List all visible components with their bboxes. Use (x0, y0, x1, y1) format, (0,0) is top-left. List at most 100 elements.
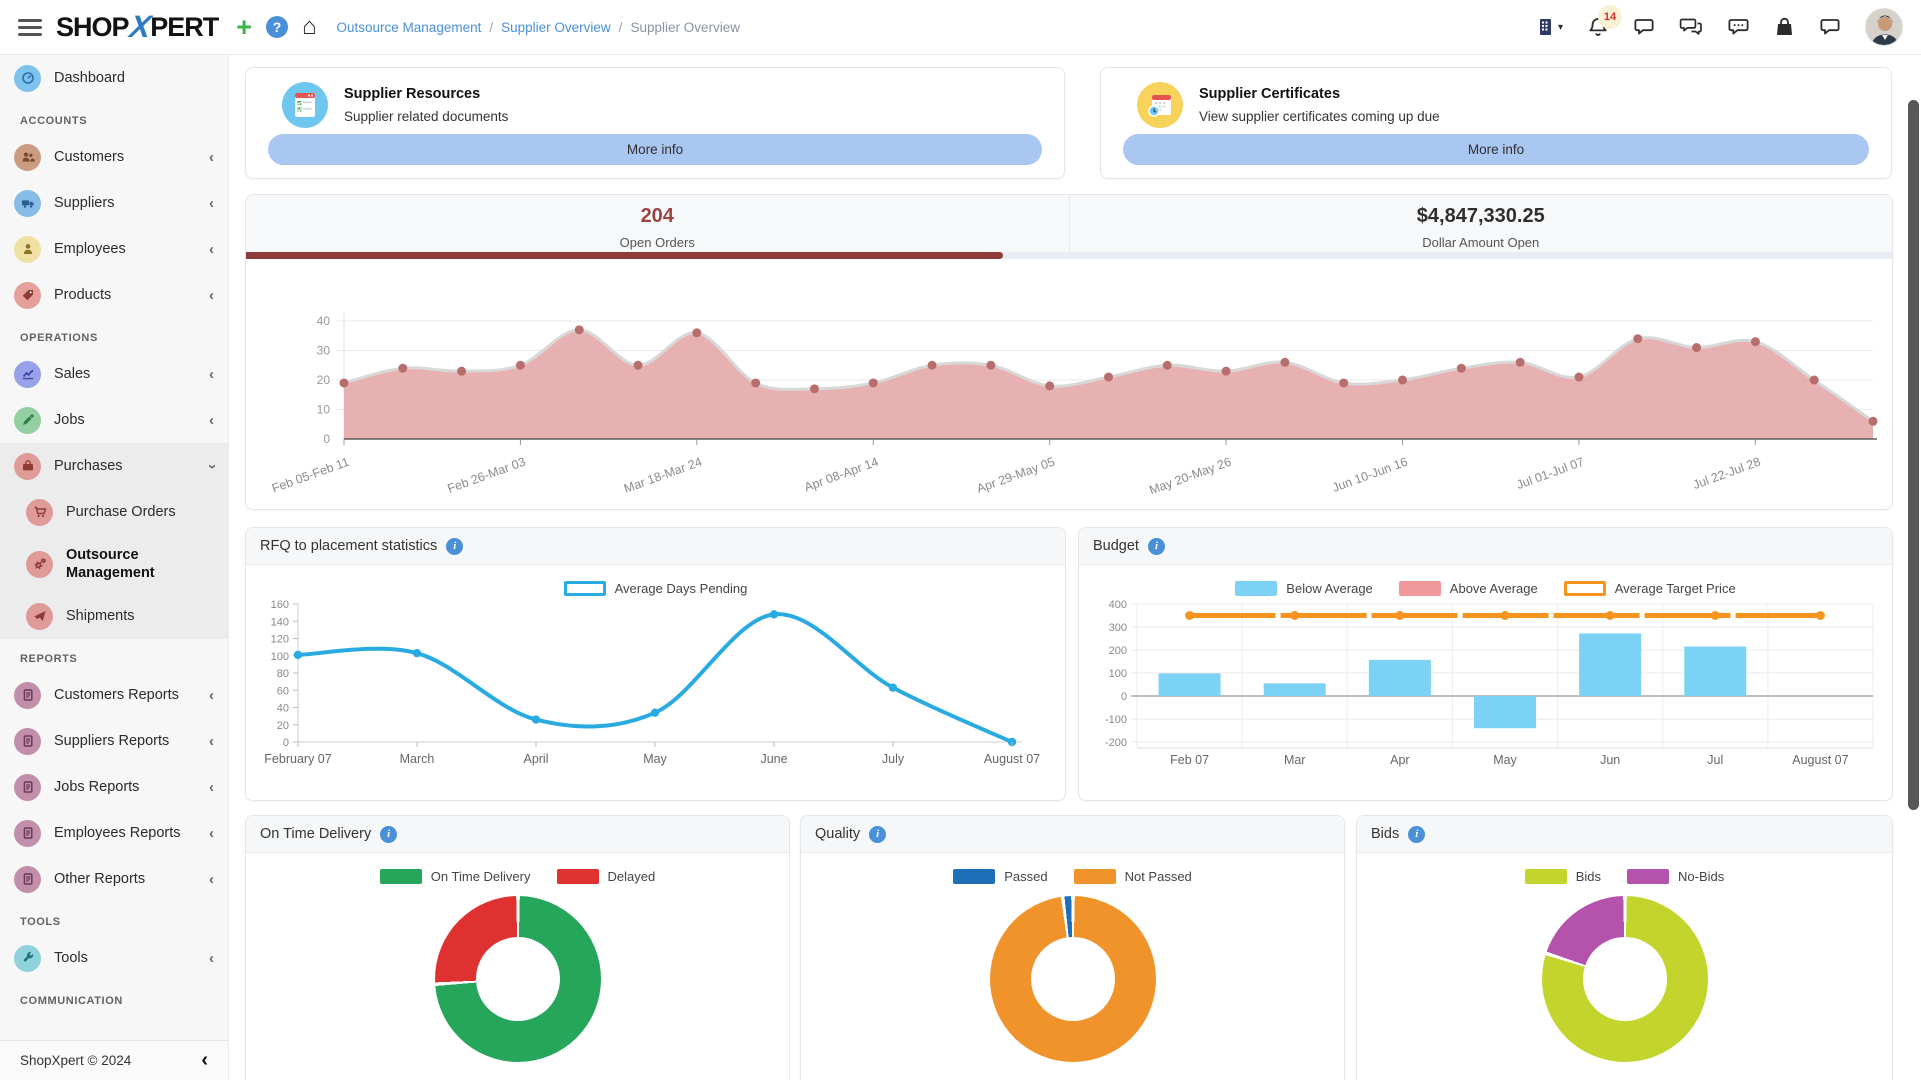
legend-item-bids[interactable]: Bids (1525, 869, 1601, 884)
legend-item-passed[interactable]: Passed (953, 869, 1047, 884)
legend-label: Not Passed (1125, 869, 1192, 884)
sidebar-item-outsource-management[interactable]: Outsource Management (0, 535, 228, 593)
sidebar-item-shipments[interactable]: Shipments (0, 593, 228, 639)
building-icon[interactable]: ▾ (1536, 17, 1563, 37)
on-time-delivery-title: On Time Delivery (260, 826, 371, 842)
svg-text:August 07: August 07 (984, 752, 1040, 766)
app-root: SHOPXPERT + ? ⌂ Outsource Management / S… (0, 0, 1921, 1080)
svg-text:60: 60 (277, 685, 289, 697)
home-icon[interactable]: ⌂ (302, 15, 317, 39)
more-info-button[interactable]: More info (268, 134, 1042, 165)
dollar-open-stat: $4,847,330.25 Dollar Amount Open (1069, 195, 1893, 252)
vertical-scrollbar[interactable] (1908, 100, 1919, 810)
more-info-button[interactable]: More info (1123, 134, 1869, 165)
info-icon[interactable]: i (446, 538, 463, 555)
svg-text:Jun: Jun (1600, 753, 1620, 767)
sidebar-item-purchases[interactable]: Purchases‹ (0, 443, 228, 489)
chevron-left-icon: ‹ (209, 287, 214, 304)
chat-bubble-icon[interactable] (1819, 16, 1841, 38)
sidebar-items: DashboardACCOUNTSCustomers‹Suppliers‹Emp… (0, 55, 228, 1014)
customers-reports-icon (14, 682, 41, 709)
legend-swatch (1399, 581, 1441, 596)
jobs-icon (14, 407, 41, 434)
help-icon[interactable]: ? (266, 16, 288, 38)
svg-text:Mar: Mar (1284, 753, 1306, 767)
svg-text:May 20-May 26: May 20-May 26 (1147, 455, 1233, 498)
sidebar-item-tools[interactable]: Tools‹ (0, 935, 228, 981)
legend-item-average-days-pending[interactable]: Average Days Pending (564, 581, 748, 596)
svg-text:-100: -100 (1105, 714, 1127, 726)
sidebar-item-other-reports[interactable]: Other Reports‹ (0, 856, 228, 902)
legend-item-above-average[interactable]: Above Average (1399, 581, 1538, 596)
plus-icon[interactable]: + (236, 12, 252, 43)
bell-icon[interactable]: 14 (1587, 16, 1609, 38)
legend-label: Average Days Pending (615, 581, 748, 596)
bids-header: Bids i (1357, 816, 1892, 853)
legend-item-on-time-delivery[interactable]: On Time Delivery (380, 869, 531, 884)
svg-text:February 07: February 07 (264, 752, 331, 766)
info-icon[interactable]: i (1408, 826, 1425, 843)
info-icon[interactable]: i (380, 826, 397, 843)
bag-icon[interactable] (1774, 16, 1795, 38)
sidebar-item-suppliers[interactable]: Suppliers‹ (0, 180, 228, 226)
chevron-left-icon: ‹ (209, 779, 214, 796)
svg-text:Jul 01-Jul 07: Jul 01-Jul 07 (1515, 455, 1586, 492)
legend-label: On Time Delivery (431, 869, 531, 884)
svg-text:August 07: August 07 (1792, 753, 1848, 767)
legend-item-not-passed[interactable]: Not Passed (1074, 869, 1192, 884)
employees-icon (14, 236, 41, 263)
sidebar-item-jobs[interactable]: Jobs‹ (0, 397, 228, 443)
breadcrumb-separator: / (489, 20, 493, 35)
svg-text:Mar 18-Mar 24: Mar 18-Mar 24 (622, 455, 704, 496)
chevron-left-icon: ‹ (209, 412, 214, 429)
sidebar-item-label: Purchase Orders (66, 503, 176, 521)
sidebar-item-employees[interactable]: Employees‹ (0, 226, 228, 272)
sidebar-item-sales[interactable]: Sales‹ (0, 351, 228, 397)
breadcrumb-link-outsource-management[interactable]: Outsource Management (337, 20, 482, 35)
sidebar-item-purchase-orders[interactable]: Purchase Orders (0, 489, 228, 535)
legend-item-below-average[interactable]: Below Average (1235, 581, 1373, 596)
budget-bar-chart: -200-1000100200300400Feb 07MarAprMayJunJ… (1079, 596, 1892, 781)
app-logo[interactable]: SHOPXPERT (56, 9, 218, 45)
customers-icon (14, 144, 41, 171)
svg-text:30: 30 (317, 344, 331, 358)
breadcrumb: Outsource Management / Supplier Overview… (337, 20, 740, 35)
sidebar-item-products[interactable]: Products‹ (0, 272, 228, 318)
sidebar-item-employees-reports[interactable]: Employees Reports‹ (0, 810, 228, 856)
sidebar: DashboardACCOUNTSCustomers‹Suppliers‹Emp… (0, 55, 229, 1080)
purchases-icon (14, 453, 41, 480)
sidebar-item-label: Customers (54, 148, 124, 166)
legend-label: Delayed (608, 869, 656, 884)
sidebar-item-dashboard[interactable]: Dashboard (0, 55, 228, 101)
legend-item-delayed[interactable]: Delayed (557, 869, 656, 884)
budget-card-title: Budget (1093, 538, 1139, 554)
quality-donut-chart (990, 896, 1156, 1062)
info-icon[interactable]: i (1148, 538, 1165, 555)
rfq-legend: Average Days Pending (246, 581, 1065, 596)
svg-text:0: 0 (283, 737, 289, 749)
sidebar-item-label: Suppliers (54, 194, 114, 212)
svg-text:0: 0 (1121, 691, 1127, 703)
certificate-calendar-icon (1137, 82, 1183, 128)
svg-text:300: 300 (1109, 622, 1127, 634)
svg-text:40: 40 (317, 314, 331, 328)
group-chat-icon[interactable] (1679, 16, 1703, 38)
sidebar-item-jobs-reports[interactable]: Jobs Reports‹ (0, 764, 228, 810)
legend-item-average-target-price[interactable]: Average Target Price (1564, 581, 1736, 596)
chat-dots-icon[interactable] (1727, 16, 1750, 38)
sidebar-item-customers-reports[interactable]: Customers Reports‹ (0, 672, 228, 718)
tools-icon (14, 945, 41, 972)
chevron-down-icon: ‹ (203, 464, 220, 469)
breadcrumb-link-supplier-overview[interactable]: Supplier Overview (501, 20, 611, 35)
avatar[interactable] (1865, 8, 1903, 46)
legend-swatch (564, 581, 606, 596)
sidebar-item-label: Customers Reports (54, 686, 179, 704)
sidebar-item-customers[interactable]: Customers‹ (0, 134, 228, 180)
info-icon[interactable]: i (869, 826, 886, 843)
sidebar-item-suppliers-reports[interactable]: Suppliers Reports‹ (0, 718, 228, 764)
sidebar-collapse-icon[interactable]: ‹ (201, 1049, 208, 1072)
svg-text:160: 160 (271, 599, 289, 611)
menu-icon[interactable] (18, 15, 42, 40)
chat-bubble-icon[interactable] (1633, 16, 1655, 38)
legend-item-no-bids[interactable]: No-Bids (1627, 869, 1724, 884)
